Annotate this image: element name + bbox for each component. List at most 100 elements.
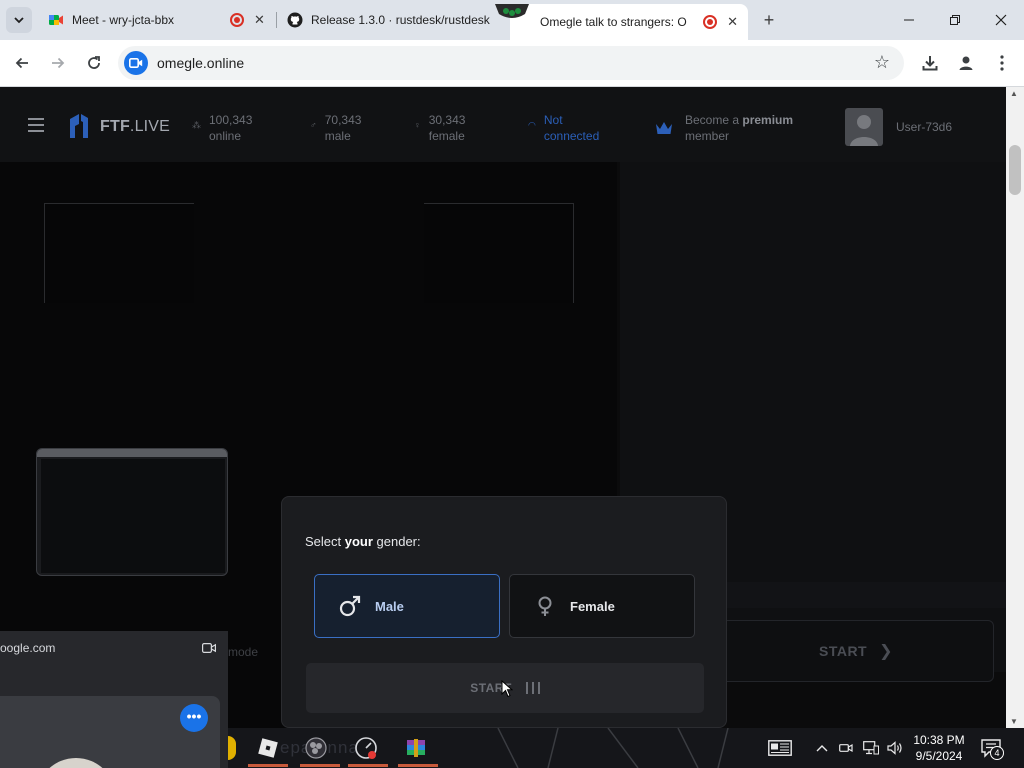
start-label: START xyxy=(818,643,868,659)
back-button[interactable] xyxy=(9,50,35,76)
female-label: Female xyxy=(570,598,615,614)
obs-icon[interactable] xyxy=(304,736,328,760)
thumbnail-content xyxy=(41,459,225,573)
volume-button[interactable] xyxy=(884,728,906,768)
stat-online: ⁂ 100,343 online xyxy=(192,112,252,144)
scroll-up-icon[interactable]: ▲ xyxy=(1010,89,1018,98)
scrollbar-thumb[interactable] xyxy=(1009,145,1021,195)
stat-label: male xyxy=(324,129,351,143)
stat-value: 100,343 xyxy=(209,113,253,127)
video-camera-icon xyxy=(129,58,143,68)
female-option-button[interactable]: Female xyxy=(509,574,695,638)
forward-button[interactable] xyxy=(45,50,71,76)
person-icon xyxy=(959,56,973,70)
network-icon xyxy=(863,741,879,755)
tab-title: Release 1.3.0 · rustdesk/rustdesk xyxy=(311,13,490,27)
roblox-icon[interactable] xyxy=(256,736,280,760)
wifi-icon: ◠ xyxy=(528,120,536,130)
profile-button[interactable] xyxy=(953,50,979,76)
stat-label: online xyxy=(209,129,242,143)
news-widget-button[interactable] xyxy=(764,728,796,768)
chevron-up-icon xyxy=(816,745,828,752)
winrar-icon[interactable] xyxy=(404,736,428,760)
camera-in-use-button[interactable] xyxy=(836,728,856,768)
recording-icon xyxy=(703,15,718,29)
premium-suffix: member xyxy=(685,129,730,143)
stat-label: female xyxy=(428,129,465,143)
taskbar-running-indicator xyxy=(300,764,340,767)
popup-video-tile: ••• xyxy=(0,696,220,768)
meet-pip-popup: oogle.com ••• xyxy=(0,631,228,768)
video-camera-icon[interactable] xyxy=(202,643,216,653)
ftf-logo-icon xyxy=(70,114,88,138)
address-bar[interactable]: omegle.online ☆ xyxy=(118,46,904,80)
system-clock[interactable]: 10:38 PM 9/5/2024 xyxy=(912,732,966,764)
clock-time: 10:38 PM xyxy=(913,733,965,747)
network-button[interactable] xyxy=(860,728,882,768)
browser-toolbar: omegle.online ☆ xyxy=(0,40,1024,87)
site-info-icon[interactable] xyxy=(124,51,148,75)
camera-icon xyxy=(839,743,853,753)
url-text[interactable]: omegle.online xyxy=(157,55,244,71)
tab-strip: Meet - wry-jcta-bbx ✕ Release 1.3.0 · ru… xyxy=(0,0,1024,40)
download-icon xyxy=(922,56,938,71)
recording-icon xyxy=(230,13,244,27)
status-value: Not xyxy=(543,113,563,127)
video-frame-corner xyxy=(44,203,194,303)
chevron-down-icon xyxy=(14,17,24,24)
page-scrollbar[interactable]: ▲ ▼ xyxy=(1006,87,1024,728)
minimize-button[interactable] xyxy=(886,0,932,40)
more-options-icon[interactable]: ••• xyxy=(180,704,208,732)
stat-value: 30,343 xyxy=(428,113,466,127)
person-icon xyxy=(850,115,878,146)
start-chat-button[interactable]: START ❯ xyxy=(718,620,994,682)
close-window-button[interactable] xyxy=(978,0,1024,40)
user-avatar[interactable] xyxy=(845,108,883,146)
close-icon[interactable]: ✕ xyxy=(727,14,738,30)
hamburger-menu-icon[interactable] xyxy=(28,118,44,136)
popup-url: oogle.com xyxy=(0,641,56,655)
username[interactable]: User-73d6 xyxy=(896,120,952,134)
title-suffix: gender: xyxy=(372,534,421,549)
bookmark-star-icon[interactable]: ☆ xyxy=(874,52,890,73)
tab-search-button[interactable] xyxy=(6,7,32,33)
notification-badge: 4 xyxy=(990,746,1004,760)
screen-share-thumbnail xyxy=(36,448,228,576)
close-icon[interactable]: ✕ xyxy=(254,12,265,28)
menu-button[interactable] xyxy=(989,50,1015,76)
male-option-button[interactable]: Male xyxy=(314,574,500,638)
users-icon: ⁂ xyxy=(192,120,201,130)
status-label: connected xyxy=(543,129,600,143)
site-header: FTF.LIVE ⁂ 100,343 online ♂ 70,343 male ♀ … xyxy=(0,87,1006,162)
taskbar-running-indicator xyxy=(248,764,288,767)
news-icon xyxy=(768,740,792,756)
crown-icon xyxy=(656,122,672,134)
female-user-icon: ♀ xyxy=(414,120,421,130)
tab-github-release[interactable]: Release 1.3.0 · rustdesk/rustdesk xyxy=(277,0,509,40)
site-logo-text[interactable]: FTF.LIVE xyxy=(100,118,170,136)
taskbar-wallpaper-lines xyxy=(497,728,729,768)
scroll-down-icon[interactable]: ▼ xyxy=(1010,717,1018,726)
reload-button[interactable] xyxy=(81,50,107,76)
arrow-left-icon xyxy=(15,57,28,69)
tab-title: Meet - wry-jcta-bbx xyxy=(72,13,175,27)
male-user-icon: ♂ xyxy=(310,120,317,130)
male-label: Male xyxy=(375,598,404,614)
taskbar-app-partial[interactable] xyxy=(228,736,236,760)
meet-share-indicator-icon xyxy=(495,4,529,18)
premium-link[interactable]: Become a premium member xyxy=(655,112,793,144)
kebab-menu-icon xyxy=(1000,55,1004,71)
show-hidden-icons-button[interactable] xyxy=(812,728,832,768)
tab-meet[interactable]: Meet - wry-jcta-bbx ✕ xyxy=(38,0,276,40)
chevron-right-icon: ❯ xyxy=(879,643,894,660)
reload-icon xyxy=(88,56,100,69)
speedometer-app-icon[interactable] xyxy=(354,736,378,760)
tab-omegle[interactable]: Omegle talk to strangers: O ✕ xyxy=(510,4,748,40)
close-icon xyxy=(995,14,1007,26)
new-tab-button[interactable]: + xyxy=(758,8,780,32)
downloads-button[interactable] xyxy=(917,50,943,76)
premium-prefix: Become a xyxy=(685,113,743,127)
restore-button[interactable] xyxy=(932,0,978,40)
premium-bold: premium xyxy=(742,113,794,127)
mouse-cursor-icon xyxy=(501,680,513,698)
